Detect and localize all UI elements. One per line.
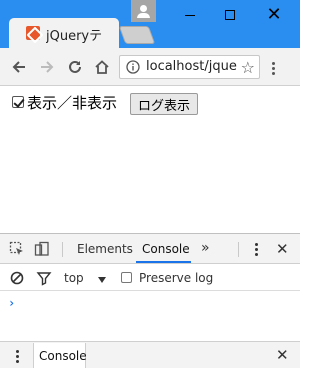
home-button[interactable]	[90, 55, 114, 79]
browser-title-bar: jQueryテ ✕	[0, 0, 300, 48]
menu-dot	[272, 72, 275, 75]
chevron-down-icon[interactable]	[98, 277, 106, 283]
info-icon[interactable]	[126, 60, 140, 74]
back-button[interactable]	[7, 55, 31, 79]
inspect-element-icon[interactable]	[9, 241, 25, 257]
preserve-log-label: Preserve log	[139, 271, 214, 285]
browser-toolbar: localhost/jque ☆	[0, 48, 300, 86]
page-content: 表示／非表示 ログ表示	[0, 87, 300, 233]
home-icon	[95, 60, 109, 74]
log-display-button[interactable]: ログ表示	[130, 93, 198, 115]
forward-button[interactable]	[35, 55, 59, 79]
filter-icon[interactable]	[36, 270, 52, 286]
profile-icon[interactable]	[131, 0, 156, 22]
maximize-icon	[225, 10, 235, 20]
close-devtools-button[interactable]: ✕	[276, 242, 289, 257]
device-toolbar-icon[interactable]	[34, 241, 50, 257]
address-bar[interactable]: localhost/jque ☆	[119, 55, 260, 79]
devtools-panel: Elements Console » ✕ top Preserve log ›	[0, 233, 300, 368]
toolbar-divider	[62, 242, 63, 257]
more-tabs-button[interactable]: »	[201, 240, 210, 256]
tab-elements[interactable]: Elements	[77, 242, 133, 256]
tab-title: jQueryテ	[46, 29, 103, 44]
arrow-left-icon	[12, 61, 25, 73]
devtools-drawer: Console ✕	[0, 341, 300, 368]
arrow-right-icon	[41, 61, 54, 73]
new-tab-button[interactable]	[118, 26, 156, 44]
preserve-log-checkbox[interactable]	[121, 272, 132, 283]
browser-tab[interactable]: jQueryテ	[9, 18, 119, 48]
menu-dot	[16, 360, 19, 363]
minimize-button[interactable]	[168, 0, 212, 30]
close-drawer-button[interactable]: ✕	[276, 348, 289, 363]
bookmark-star-icon[interactable]: ☆	[238, 58, 255, 77]
minimize-icon	[185, 14, 195, 16]
favicon-icon	[26, 26, 40, 40]
reload-button[interactable]	[63, 55, 87, 79]
menu-dot	[255, 253, 258, 256]
console-toolbar: top Preserve log	[0, 265, 300, 291]
reload-icon	[69, 60, 81, 73]
menu-dot	[255, 248, 258, 251]
close-icon: ✕	[266, 4, 282, 25]
menu-dot	[16, 355, 19, 358]
menu-dot	[272, 62, 275, 65]
tab-title-fade	[101, 18, 119, 48]
clear-console-icon[interactable]	[9, 270, 25, 286]
devtools-menu-button[interactable]	[255, 243, 258, 258]
drawer-tab-label: Console	[39, 349, 87, 363]
drawer-menu-button[interactable]	[16, 350, 19, 365]
menu-dot	[255, 243, 258, 246]
drawer-tab-console[interactable]: Console	[33, 343, 87, 368]
menu-dot	[272, 67, 275, 70]
menu-dot	[16, 350, 19, 353]
toolbar-divider	[238, 242, 239, 257]
tab-console[interactable]: Console	[142, 242, 190, 256]
visibility-checkbox[interactable]	[12, 96, 24, 108]
visibility-checkbox-label: 表示／非表示	[27, 94, 118, 112]
maximize-button[interactable]	[208, 0, 252, 30]
browser-menu-button[interactable]	[272, 62, 276, 76]
url-text[interactable]: localhost/jque	[146, 59, 237, 74]
devtools-tab-bar: Elements Console » ✕	[0, 234, 300, 264]
active-tab-indicator	[136, 261, 191, 263]
execution-context-selector[interactable]: top	[64, 271, 84, 285]
console-prompt-icon[interactable]: ›	[8, 296, 15, 310]
close-window-button[interactable]: ✕	[252, 0, 296, 30]
